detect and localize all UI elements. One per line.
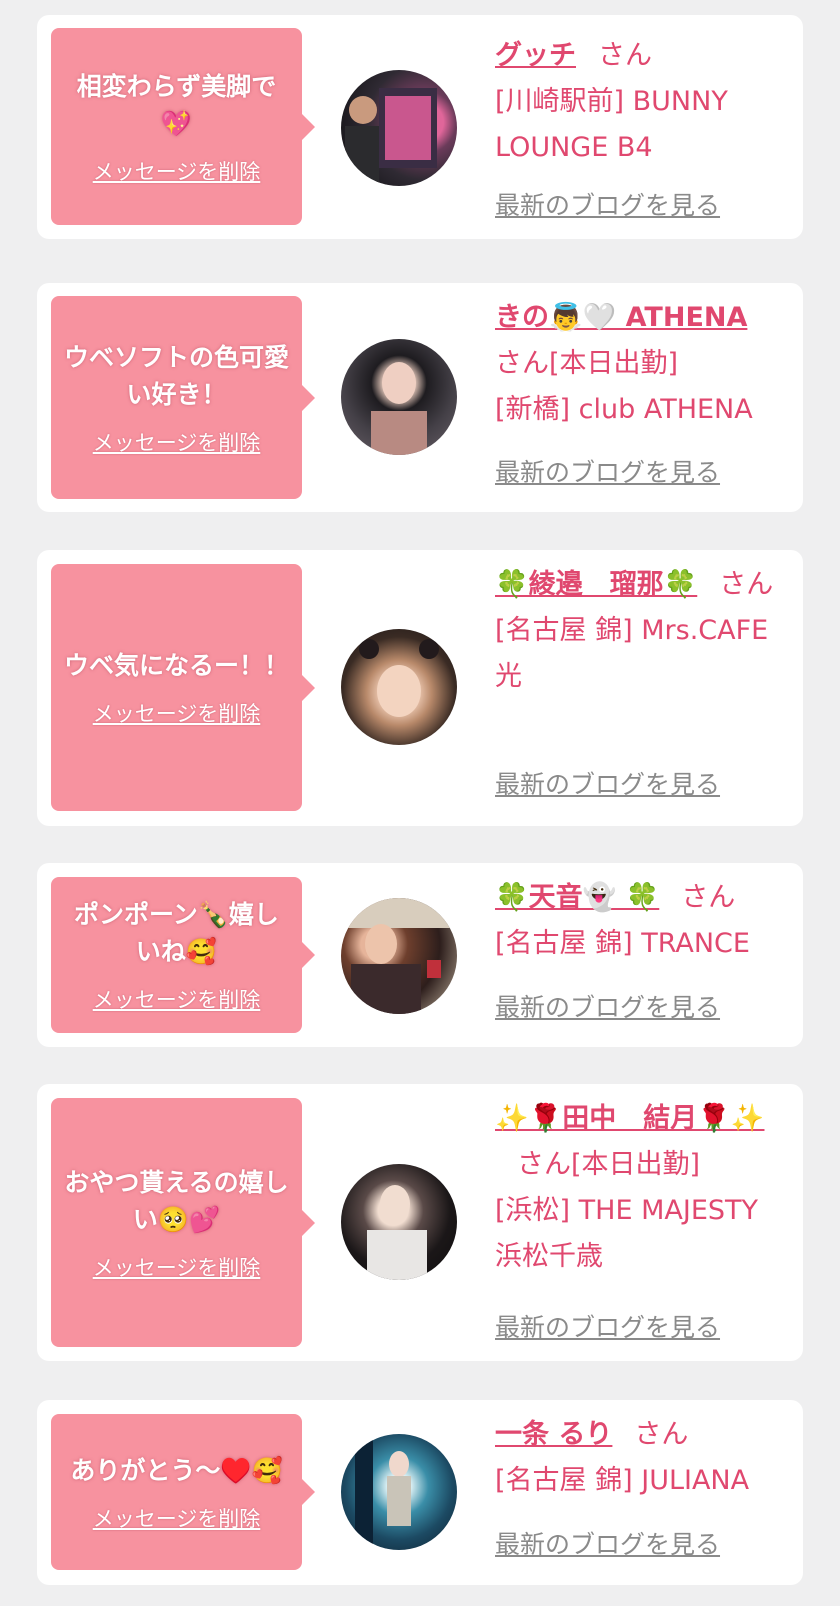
avatar-image: [367, 1185, 427, 1280]
avatar[interactable]: [341, 70, 457, 186]
message-bubble: ウベソフトの色可愛い好き！ メッセージを削除: [51, 296, 315, 499]
message-text: ウベ気になるー！！: [63, 651, 289, 680]
shop-name: [川崎駅前] BUNNY LOUNGE B4: [495, 86, 728, 163]
delete-message-link[interactable]: メッセージを削除: [93, 698, 261, 728]
message-card: 相変わらず美脚で💖 メッセージを削除 グッチ さん [川崎駅前] BUNNY LOU…: [37, 15, 803, 239]
avatar[interactable]: [341, 629, 457, 745]
message-card: ありがとう〜♥️🥰 メッセージを削除 一条 るり さん [名古屋 錦] JULIAN…: [37, 1400, 803, 1585]
cast-name-link[interactable]: 🍀綾邉 瑠那🍀: [495, 569, 697, 600]
message-text: ありがとう〜♥️🥰: [70, 1455, 283, 1485]
honorific: さん: [598, 40, 652, 71]
message-bubble: おやつ貰えるの嬉しい🥺💕 メッセージを削除: [51, 1098, 315, 1347]
latest-blog-link[interactable]: 最新のブログを見る: [495, 186, 720, 222]
shop-name: [新橋] club ATHENA: [495, 394, 753, 425]
message-card: ウベソフトの色可愛い好き！ メッセージを削除 きの👼🤍 ATHENA さん[本日出…: [37, 283, 803, 512]
cast-info: グッチ さん [川崎駅前] BUNNY LOUNGE B4: [495, 33, 785, 171]
cast-info: ✨🌹田中 結月🌹✨ さん[本日出勤] [浜松] THE MAJESTY 浜松千歳: [495, 1096, 785, 1280]
avatar[interactable]: [341, 1164, 457, 1280]
shop-name: [名古屋 錦] TRANCE: [495, 928, 750, 959]
shop-name: [名古屋 錦] JULIANA: [495, 1465, 750, 1496]
avatar-image: [359, 639, 439, 717]
latest-blog-link[interactable]: 最新のブログを見る: [495, 765, 720, 801]
delete-message-link[interactable]: メッセージを削除: [93, 1503, 261, 1533]
delete-message-link[interactable]: メッセージを削除: [93, 427, 261, 457]
avatar[interactable]: [341, 339, 457, 455]
message-bubble: ウベ気になるー！！ メッセージを削除: [51, 564, 315, 811]
latest-blog-link[interactable]: 最新のブログを見る: [495, 453, 720, 489]
avatar-image: [355, 1440, 411, 1544]
message-bubble: ポンポーン🍾嬉しいね🥰 メッセージを削除: [51, 877, 315, 1033]
delete-message-link[interactable]: メッセージを削除: [93, 984, 261, 1014]
avatar[interactable]: [341, 898, 457, 1014]
latest-blog-link[interactable]: 最新のブログを見る: [495, 988, 720, 1024]
avatar[interactable]: [341, 1434, 457, 1550]
message-text: 相変わらず美脚で💖: [76, 71, 277, 138]
shop-name: [名古屋 錦] Mrs.CAFE 光: [495, 615, 769, 692]
delete-message-link[interactable]: メッセージを削除: [93, 1252, 261, 1282]
cast-name-link[interactable]: 一条 るり: [495, 1419, 612, 1450]
message-bubble: 相変わらず美脚で💖 メッセージを削除: [51, 28, 315, 225]
cast-info: 🍀綾邉 瑠那🍀 さん [名古屋 錦] Mrs.CAFE 光: [495, 562, 785, 700]
status-badge: [本日出勤]: [549, 348, 679, 379]
honorific: さん: [495, 348, 549, 379]
message-bubble: ありがとう〜♥️🥰 メッセージを削除: [51, 1414, 315, 1570]
honorific: さん: [719, 569, 774, 600]
message-text: おやつ貰えるの嬉しい🥺💕: [64, 1167, 289, 1234]
cast-info: 一条 るり さん [名古屋 錦] JULIANA: [495, 1412, 785, 1504]
message-card: ウベ気になるー！！ メッセージを削除 🍀綾邉 瑠那🍀 さん [名古屋 錦] Mrs.…: [37, 550, 803, 826]
honorific: さん: [681, 882, 736, 913]
cast-info: きの👼🤍 ATHENA さん[本日出勤] [新橋] club ATHENA: [495, 295, 785, 433]
latest-blog-link[interactable]: 最新のブログを見る: [495, 1525, 720, 1561]
latest-blog-link[interactable]: 最新のブログを見る: [495, 1308, 720, 1344]
honorific: さん: [634, 1419, 689, 1450]
honorific: さん: [517, 1149, 571, 1180]
status-badge: [本日出勤]: [571, 1149, 701, 1180]
message-card: ポンポーン🍾嬉しいね🥰 メッセージを削除 🍀天音👻 🍀 さん [名古屋 錦] TRA…: [37, 863, 803, 1047]
message-text: ポンポーン🍾嬉しいね🥰: [74, 900, 279, 966]
avatar-image: [371, 362, 427, 455]
cast-name-link[interactable]: きの👼🤍 ATHENA: [495, 302, 747, 333]
delete-message-link[interactable]: メッセージを削除: [93, 156, 261, 186]
message-card: おやつ貰えるの嬉しい🥺💕 メッセージを削除 ✨🌹田中 結月🌹✨ さん[本日出勤] […: [37, 1084, 803, 1361]
avatar-image: [345, 88, 437, 186]
cast-name-link[interactable]: ✨🌹田中 結月🌹✨: [495, 1103, 764, 1134]
avatar-image: [341, 898, 457, 1014]
cast-name-link[interactable]: グッチ: [495, 40, 576, 71]
shop-name: [浜松] THE MAJESTY 浜松千歳: [495, 1195, 758, 1272]
cast-name-link[interactable]: 🍀天音👻 🍀: [495, 882, 659, 913]
cast-info: 🍀天音👻 🍀 さん [名古屋 錦] TRANCE: [495, 875, 785, 967]
message-text: ウベソフトの色可愛い好き！: [63, 342, 289, 409]
